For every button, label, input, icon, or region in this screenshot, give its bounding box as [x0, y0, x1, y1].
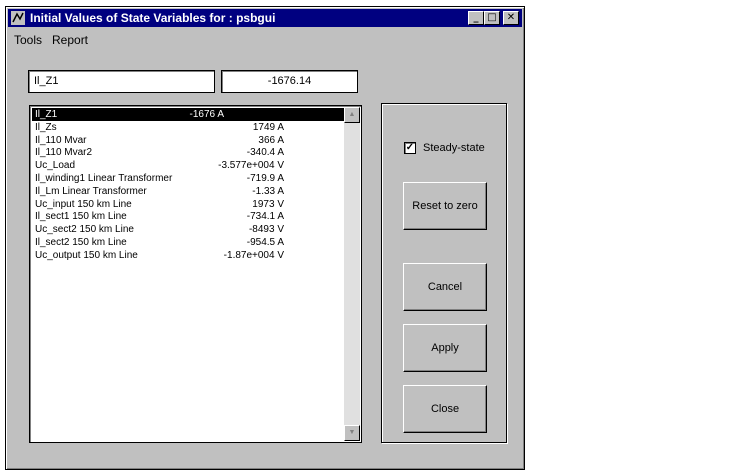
variable-name-field[interactable]: Il_Z1 [28, 70, 215, 93]
list-item-value: -340.4 A [246, 147, 284, 159]
list-item[interactable]: Uc_output 150 km Line -1.87e+004 V [32, 249, 344, 262]
list-item-name: Il_sect2 150 km Line [35, 237, 127, 248]
steady-state-checkbox[interactable]: ✓ [404, 142, 416, 154]
list-scrollbar[interactable]: ▲ ▼ [344, 107, 360, 441]
list-item[interactable]: Il_sect2 150 km Line -954.5 A [32, 236, 344, 249]
list-item-value: -8493 V [248, 224, 284, 236]
close-button-label: Close [430, 403, 460, 415]
window-title: Initial Values of State Variables for : … [30, 11, 276, 25]
list-item-value: -1.87e+004 V [223, 249, 284, 261]
title-bar[interactable]: Initial Values of State Variables for : … [8, 9, 522, 27]
apply-button-label: Apply [431, 342, 459, 354]
reset-to-zero-button[interactable]: Reset to zero [403, 182, 487, 230]
list-item-name: Il_sect1 150 km Line [35, 211, 127, 223]
steady-state-label: Steady-state [423, 142, 485, 154]
list-item-value: 366 A [258, 134, 284, 146]
cancel-button-label: Cancel [427, 281, 463, 293]
list-item[interactable]: Il_sect1 150 km Line -734.1 A [32, 210, 344, 223]
variable-name-text: Il_Z1 [34, 75, 59, 87]
list-item-name: Il_Zs [35, 121, 57, 133]
list-item-name: Il_winding1 Linear Transformer [35, 173, 173, 184]
list-item-value: -954.5 A [246, 237, 284, 248]
list-item-name: Il_110 Mvar2 [35, 147, 93, 159]
variable-value-field[interactable]: -1676.14 [221, 70, 358, 93]
list-item-name: Uc_output 150 km Line [35, 249, 138, 261]
list-item[interactable]: Uc_Load -3.577e+004 V [32, 159, 344, 172]
menu-tools[interactable]: Tools [14, 33, 42, 47]
list-item-value: -1676 A [189, 109, 224, 120]
list-item-name: Uc_sect2 150 km Line [35, 224, 134, 236]
reset-button-label: Reset to zero [412, 200, 478, 212]
list-item-name: Il_Lm Linear Transformer [35, 185, 147, 197]
list-item[interactable]: Il_Z1 -1676 A [32, 108, 344, 121]
list-item-name: Uc_input 150 km Line [35, 198, 132, 210]
scroll-up-arrow-icon[interactable]: ▲ [344, 107, 360, 123]
list-item-name: Il_110 Mvar [35, 134, 87, 146]
state-variables-list[interactable]: Il_Z1 -1676 A Il_Zs 1749 A Il_110 Mvar 366 AI… [29, 105, 362, 443]
close-button[interactable]: Close [403, 385, 487, 433]
list-item-name: Il_Z1 [35, 109, 58, 120]
list-item[interactable]: Uc_sect2 150 km Line -8493 V [32, 223, 344, 236]
controls-group: ✓ Steady-state Reset to zero Cancel Appl… [381, 103, 507, 443]
close-window-button[interactable]: ✕ [503, 11, 519, 25]
list-item-value: -3.577e+004 V [218, 160, 284, 172]
list-item-value: 1749 A [252, 121, 284, 133]
apply-button[interactable]: Apply [403, 324, 487, 372]
list-item[interactable]: Il_Lm Linear Transformer -1.33 A [32, 185, 344, 198]
minimize-button[interactable]: _ [468, 11, 484, 25]
list-item-value: -734.1 A [246, 211, 284, 223]
list-item[interactable]: Il_winding1 Linear Transformer -719.9 A [32, 172, 344, 185]
cancel-button[interactable]: Cancel [403, 263, 487, 311]
list-item-name: Uc_Load [35, 160, 76, 172]
list-item[interactable]: Uc_input 150 km Line 1973 V [32, 198, 344, 211]
list-item[interactable]: Il_Zs 1749 A [32, 121, 344, 134]
variable-value-text: -1676.14 [267, 75, 312, 87]
list-item-value: -1.33 A [252, 185, 284, 197]
scroll-down-arrow-icon[interactable]: ▼ [344, 425, 360, 441]
list-item-value: 1973 V [252, 198, 284, 210]
list-item-value: -719.9 A [246, 173, 284, 184]
matlab-logo-icon [11, 11, 25, 25]
list-item[interactable]: Il_110 Mvar2 -340.4 A [32, 146, 344, 159]
state-variables-window: Initial Values of State Variables for : … [5, 6, 525, 470]
list-item[interactable]: Il_110 Mvar 366 A [32, 134, 344, 147]
menu-report[interactable]: Report [52, 33, 88, 47]
maximize-button[interactable]: □ [484, 11, 500, 25]
